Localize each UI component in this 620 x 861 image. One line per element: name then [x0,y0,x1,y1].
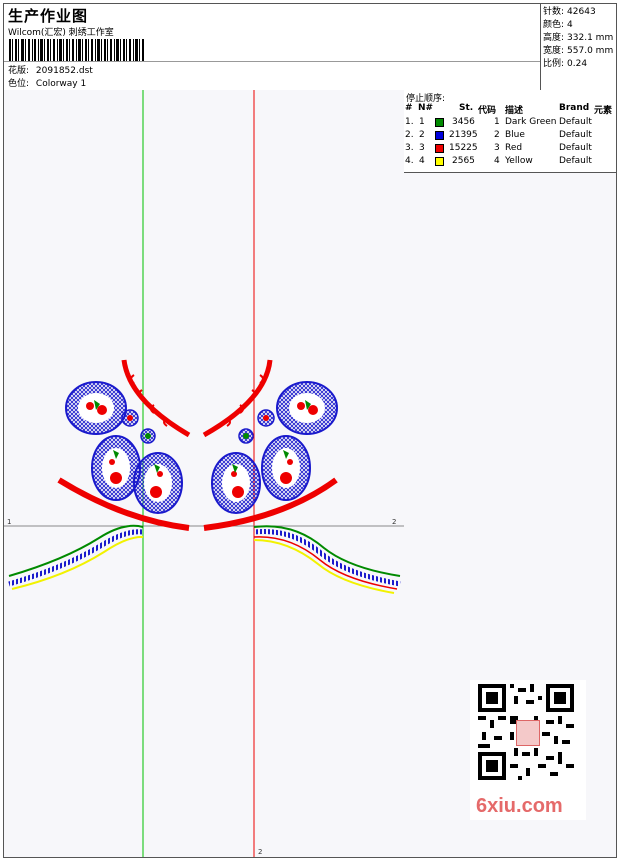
colorway-label: 色位: [8,79,30,89]
color-swatch [435,144,444,153]
color-swatch [435,118,444,127]
paisley-right-top [276,381,338,435]
stat-width: 宽度: 557.0 mm [543,46,614,56]
production-sheet: 生产作业图 Wilcom(汇宏) 刺绣工作室 花版: 2091852.dst 色… [3,3,617,858]
paisley-right-low [211,452,261,514]
page-title: 生产作业图 [8,7,89,25]
file-label: 花版: [8,66,30,76]
stat-height: 高度: 332.1 mm [543,33,614,43]
color-swatch [435,131,444,140]
barcode-icon [9,39,144,61]
table-row: 3. 3 15225 3 Red Default [405,143,592,153]
small-medallion-right [238,409,275,444]
small-medallion-left [121,409,156,444]
lower-band-right [253,525,401,594]
table-row: 1. 1 3456 1 Dark Green Default [405,117,592,127]
design-canvas[interactable]: 1 2 2 [4,90,405,857]
colorway-name: Colorway 1 [35,79,87,89]
paisley-left-mid [91,435,141,501]
colorway-info: 色位: Colorway 1 [8,76,86,89]
header-divider [4,61,540,62]
table-row: 4. 4 2565 4 Yellow Default [405,156,592,166]
lower-band-left [8,524,144,590]
file-name: 2091852.dst [35,66,93,76]
stat-colors: 颜色: 4 [543,20,573,30]
embroidery-design: 1 2 2 [4,90,404,857]
stop-sequence-table: 停止顺序: # N# St. 代码 描述 Brand 元素 1. 1 3456 … [404,90,616,173]
company-name: Wilcom(汇宏) 刺绣工作室 [8,28,114,38]
design-stats: 针数: 42643 颜色: 4 高度: 332.1 mm 宽度: 557.0 mm 比例… [540,4,616,90]
watermark-logo: 6xiu.com [476,795,563,817]
marker-right: 2 [392,518,396,526]
table-row: 2. 2 21395 2 Blue Default [405,130,592,140]
marker-left: 1 [7,518,11,526]
file-info: 花版: 2091852.dst [8,63,93,76]
color-swatch [435,157,444,166]
sheet-header: 生产作业图 Wilcom(汇宏) 刺绣工作室 花版: 2091852.dst 色… [4,4,616,91]
sequence-header: # N# St. 代码 描述 Brand 元素 [405,103,613,116]
paisley-left-top [65,381,127,435]
seal-stamp-icon [516,720,540,746]
marker-bottom: 2 [258,848,262,856]
stop-sequence-panel: 停止顺序: # N# St. 代码 描述 Brand 元素 1. 1 3456 … [404,90,616,857]
paisley-left-low [133,452,183,514]
stat-scale: 比例: 0.24 [543,59,588,69]
stat-stitches: 针数: 42643 [543,7,596,17]
paisley-right-mid [261,435,311,501]
